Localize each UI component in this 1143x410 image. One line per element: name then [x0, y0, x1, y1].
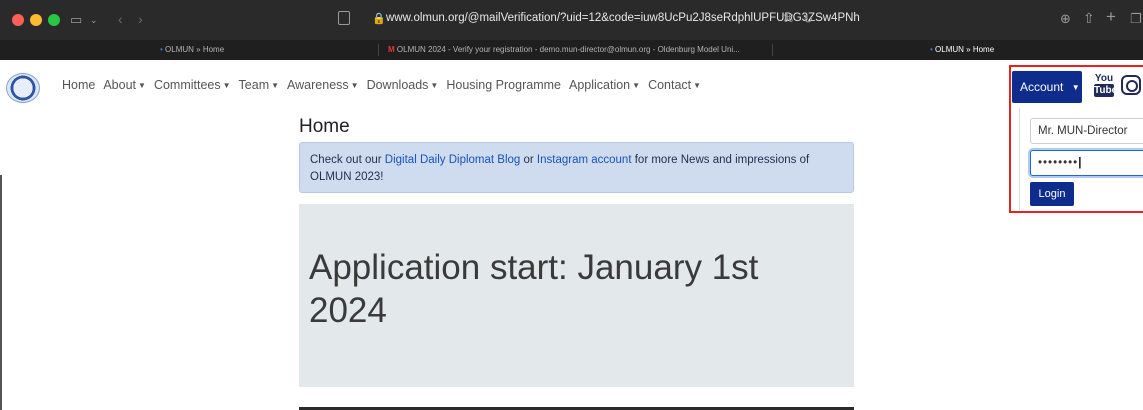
lock-icon: 🔒 [372, 13, 386, 25]
web-page: Home About ▼ Committees ▼ Team ▼ Awareness ▼… [0, 60, 1143, 410]
username-field[interactable]: Mr. MUN-Director [1030, 118, 1143, 144]
browser-toolbar: ▭ ⌄ ‹ › 🔒 www.olmun.org/@mailVerificatio… [0, 0, 1143, 40]
new-tab-icon[interactable]: + [1106, 8, 1116, 25]
tab-olmun-home-active[interactable]: • OLMUN » Home [930, 40, 994, 60]
text-cursor: | [1078, 157, 1083, 169]
tab-olmun-home-1[interactable]: • OLMUN » Home [160, 40, 224, 60]
minimize-window-button[interactable] [30, 14, 42, 26]
main-nav: Home About ▼ Committees ▼ Team ▼ Awareness ▼… [62, 78, 709, 92]
reload-icon[interactable]: ↻ [803, 12, 813, 26]
reader-icon[interactable] [338, 11, 350, 25]
close-window-button[interactable] [12, 14, 24, 26]
gmail-icon: M [388, 45, 395, 54]
caret-down-icon: ▼ [1071, 83, 1080, 92]
password-field[interactable]: ••••••••| [1030, 150, 1143, 176]
page-title: Home [299, 116, 350, 137]
caret-down-icon: ▼ [693, 81, 702, 90]
nav-housing-programme[interactable]: Housing Programme [446, 78, 561, 92]
jumbotron-title: Application start: January 1st 2024 [309, 248, 759, 330]
back-icon[interactable]: ‹ [118, 12, 123, 26]
tab-divider [772, 44, 773, 56]
download-icon[interactable]: ⊕ [1060, 12, 1071, 26]
caret-down-icon: ▼ [222, 81, 231, 90]
nav-awareness[interactable]: Awareness ▼ [287, 78, 359, 92]
share-icon[interactable]: ⇧ [1083, 11, 1095, 25]
favicon-icon: • [930, 45, 933, 54]
forward-icon[interactable]: › [138, 12, 143, 26]
caret-down-icon: ▼ [271, 81, 280, 90]
nav-team[interactable]: Team ▼ [239, 78, 280, 92]
nav-application[interactable]: Application ▼ [569, 78, 640, 92]
page-border [0, 175, 2, 410]
nav-committees[interactable]: Committees ▼ [154, 78, 231, 92]
tab-overview-icon[interactable]: ❐ [1130, 12, 1142, 26]
tab-bar: • OLMUN » Home M OLMUN 2024 - Verify you… [0, 40, 1143, 60]
account-login-dropdown: Mr. MUN-Director ••••••••| Login [1019, 108, 1143, 210]
jumbotron: Application start: January 1st 2024 [299, 204, 854, 387]
youtube-icon[interactable]: You Tube [1094, 73, 1117, 99]
caret-down-icon: ▼ [350, 81, 359, 90]
favicon-icon: • [160, 45, 163, 54]
instagram-icon[interactable] [1121, 75, 1141, 95]
zoom-window-button[interactable] [48, 14, 60, 26]
tab-gmail[interactable]: M OLMUN 2024 - Verify your registration … [388, 40, 768, 60]
caret-down-icon: ▼ [138, 81, 146, 90]
nav-downloads[interactable]: Downloads ▼ [367, 78, 439, 92]
caret-down-icon: ▼ [430, 81, 439, 90]
tab-divider [378, 44, 379, 56]
info-alert: Check out our Digital Daily Diplomat Blo… [299, 142, 854, 193]
login-button[interactable]: Login [1030, 182, 1074, 206]
olmun-logo[interactable] [6, 73, 40, 103]
nav-about[interactable]: About ▼ [103, 78, 146, 92]
sidebar-icon[interactable]: ▭ [70, 13, 82, 27]
chevron-down-icon[interactable]: ⌄ [90, 13, 98, 27]
translate-icon[interactable]: ⌘ [783, 12, 794, 26]
instagram-link[interactable]: Instagram account [537, 154, 632, 166]
caret-down-icon: ▼ [632, 81, 641, 90]
nav-contact[interactable]: Contact ▼ [648, 78, 701, 92]
blog-link[interactable]: Digital Daily Diplomat Blog [385, 154, 521, 166]
account-dropdown-button[interactable]: Account ▼ [1012, 71, 1082, 103]
nav-home[interactable]: Home [62, 78, 95, 92]
